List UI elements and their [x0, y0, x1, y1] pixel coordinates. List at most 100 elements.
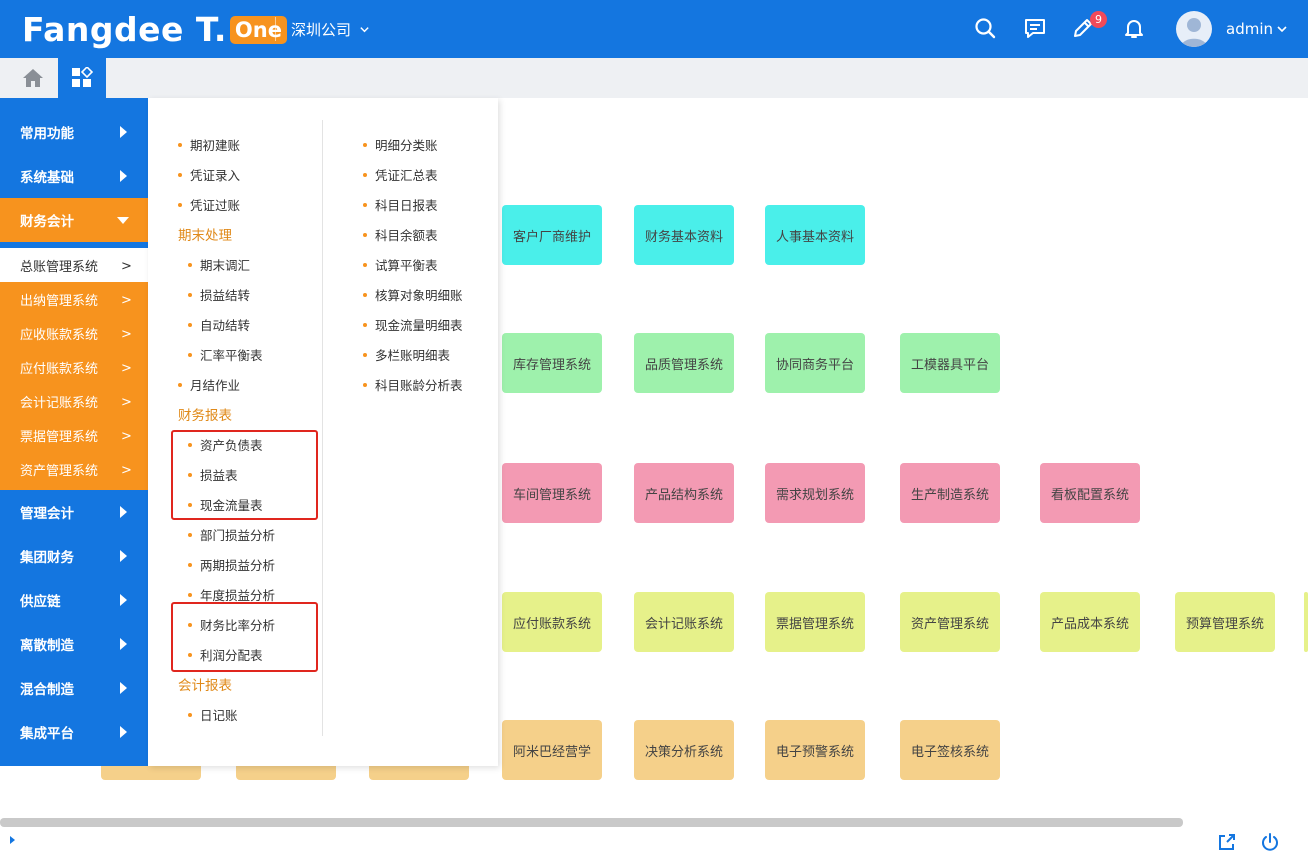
- sidebar-item-management-accounting[interactable]: 管理会计: [0, 490, 148, 534]
- app-tile[interactable]: 产品结构系统: [634, 463, 734, 523]
- menu-link[interactable]: 部门损益分析: [187, 525, 275, 544]
- app-tile[interactable]: 资产管理系统: [900, 592, 1000, 652]
- app-tile[interactable]: 应付账款系统: [502, 592, 602, 652]
- app-tile[interactable]: 看板配置系统: [1040, 463, 1140, 523]
- menu-link[interactable]: 现金流量明细表: [363, 315, 463, 334]
- caret-down-icon: [117, 217, 129, 224]
- menu-heading: 财务报表: [178, 408, 232, 424]
- menu-link[interactable]: 明细分类账: [363, 135, 438, 154]
- menu-link[interactable]: 损益表: [188, 465, 238, 484]
- notification-badge: 9: [1090, 11, 1107, 28]
- menu-link[interactable]: 损益结转: [187, 285, 250, 304]
- menu-link[interactable]: 年度损益分析: [187, 585, 275, 604]
- sidebar-item-integration-platform[interactable]: 集成平台: [0, 710, 148, 754]
- sidebar-item-system-base[interactable]: 系统基础: [0, 154, 148, 198]
- submenu-item-bookkeeping[interactable]: 会计记账系统 >: [0, 384, 148, 418]
- menu-link[interactable]: 科目账龄分析表: [363, 375, 463, 394]
- menu-heading: 期末处理: [178, 228, 232, 244]
- username[interactable]: admin: [1226, 20, 1273, 38]
- menu-link[interactable]: 试算平衡表: [363, 255, 438, 274]
- search-icon[interactable]: [973, 16, 997, 40]
- app-tile[interactable]: 决策分析系统: [634, 720, 734, 780]
- submenu-item-cashier[interactable]: 出纳管理系统 >: [0, 282, 148, 316]
- app-tile[interactable]: 需求规划系统: [765, 463, 865, 523]
- power-icon[interactable]: [1260, 832, 1280, 852]
- tab-home[interactable]: [10, 58, 56, 98]
- sidebar-item-mixed-manufacturing[interactable]: 混合制造: [0, 666, 148, 710]
- submenu-item-assets[interactable]: 资产管理系统 >: [0, 452, 148, 486]
- submenu-financial-accounting: 总账管理系统 > 出纳管理系统 > 应收账款系统 > 应付账款系统 > 会计记账系统 > …: [0, 248, 148, 490]
- horizontal-scrollbar[interactable]: [0, 818, 1183, 827]
- app-tile[interactable]: 财务基本资料: [634, 205, 734, 265]
- app-tile[interactable]: 会计记账系统: [634, 592, 734, 652]
- menu-link[interactable]: 科目日报表: [363, 195, 438, 214]
- menu-link[interactable]: 两期损益分析: [187, 555, 275, 574]
- app-tile[interactable]: 电子签核系统: [900, 720, 1000, 780]
- menu-link[interactable]: 现金流量表: [188, 495, 263, 514]
- caret-right-icon: [120, 170, 127, 182]
- submenu-item-label: 总账管理系统: [20, 259, 99, 275]
- app-tile[interactable]: 票据管理系统: [765, 592, 865, 652]
- logo[interactable]: Fangdee T. One: [22, 8, 287, 50]
- message-icon[interactable]: [1023, 16, 1047, 40]
- menu-link[interactable]: 期末调汇: [187, 255, 250, 274]
- menu-link[interactable]: 期初建账: [177, 135, 240, 154]
- app-tile[interactable]: 品质管理系统: [634, 333, 734, 393]
- caret-right-icon: [120, 506, 127, 518]
- tab-apps[interactable]: [58, 58, 106, 98]
- menu-link[interactable]: 利润分配表: [188, 645, 263, 664]
- menu-heading: 会计报表: [178, 678, 232, 694]
- menu-link[interactable]: 自动结转: [187, 315, 250, 334]
- chevron-right-icon: >: [121, 259, 132, 274]
- submenu-item-label: 应收账款系统: [20, 327, 99, 343]
- menu-link[interactable]: 核算对象明细账: [363, 285, 463, 304]
- menu-link[interactable]: 凭证过账: [177, 195, 240, 214]
- menu-link[interactable]: 日记账: [188, 705, 238, 724]
- menu-link[interactable]: 资产负债表: [188, 435, 263, 454]
- logo-badge: One: [229, 16, 287, 44]
- sidebar: 常用功能 系统基础 财务会计 总账管理系统 > 出纳管理系统 > 应收账款系统 > 应…: [0, 98, 148, 766]
- submenu-item-payables[interactable]: 应付账款系统 >: [0, 350, 148, 384]
- sidebar-item-supply-chain[interactable]: 供应链: [0, 578, 148, 622]
- chevron-down-icon[interactable]: [1276, 23, 1288, 35]
- menu-link[interactable]: 多栏账明细表: [362, 345, 450, 364]
- menu-link[interactable]: 凭证汇总表: [363, 165, 438, 184]
- submenu-item-notes[interactable]: 票据管理系统 >: [0, 418, 148, 452]
- app-tile[interactable]: 预算管理系统: [1175, 592, 1275, 652]
- company-selector[interactable]: 深圳公司: [291, 19, 370, 40]
- app-tile[interactable]: 电子预警系统: [765, 720, 865, 780]
- sidebar-item-label: 系统基础: [20, 170, 74, 186]
- app-tile[interactable]: 工模器具平台: [900, 333, 1000, 393]
- sidebar-item-label: 管理会计: [20, 506, 74, 522]
- submenu-item-label: 票据管理系统: [20, 429, 99, 445]
- app-tile[interactable]: 库存管理系统: [502, 333, 602, 393]
- user-avatar[interactable]: [1176, 11, 1212, 47]
- menu-link[interactable]: 汇率平衡表: [188, 345, 263, 364]
- chevron-right-icon: >: [121, 463, 132, 478]
- sidebar-item-financial-accounting[interactable]: 财务会计: [0, 198, 148, 242]
- submenu-item-general-ledger[interactable]: 总账管理系统 >: [0, 248, 148, 282]
- app-tile[interactable]: 车间管理系统: [502, 463, 602, 523]
- sidebar-item-common[interactable]: 常用功能: [0, 110, 148, 154]
- app-tile[interactable]: 生产制造系统: [900, 463, 1000, 523]
- chevron-right-icon: >: [121, 429, 132, 444]
- sidebar-item-discrete-manufacturing[interactable]: 离散制造: [0, 622, 148, 666]
- app-tile[interactable]: 产品成本系统: [1040, 592, 1140, 652]
- app-tile[interactable]: 协同商务平台: [765, 333, 865, 393]
- share-icon[interactable]: [1217, 832, 1237, 852]
- sidebar-item-label: 供应链: [20, 594, 61, 610]
- menu-link[interactable]: 月结作业: [177, 375, 240, 394]
- sidebar-item-group-finance[interactable]: 集团财务: [0, 534, 148, 578]
- submenu-item-receivables[interactable]: 应收账款系统 >: [0, 316, 148, 350]
- caret-right-icon: [120, 682, 127, 694]
- expand-arrow-icon[interactable]: [10, 836, 15, 844]
- menu-link[interactable]: 财务比率分析: [187, 615, 275, 634]
- app-tile[interactable]: 人事基本资料: [765, 205, 865, 265]
- app-tile[interactable]: 客户厂商维护: [502, 205, 602, 265]
- app-tile-partial[interactable]: [1304, 592, 1308, 652]
- menu-link[interactable]: 凭证录入: [177, 165, 240, 184]
- app-tile[interactable]: 阿米巴经营学: [502, 720, 602, 780]
- menu-link[interactable]: 科目余额表: [363, 225, 438, 244]
- caret-right-icon: [120, 126, 127, 138]
- bell-icon[interactable]: [1122, 16, 1146, 40]
